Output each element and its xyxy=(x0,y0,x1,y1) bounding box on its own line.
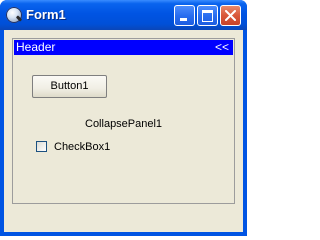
form1-window: Form1 Header << Button1 CollapsePanel1 C… xyxy=(0,0,247,236)
collapse-panel: Header << Button1 CollapsePanel1 CheckBo… xyxy=(12,38,235,204)
minimize-button[interactable] xyxy=(174,5,195,26)
title-bar[interactable]: Form1 xyxy=(0,0,247,30)
form-client-area: Header << Button1 CollapsePanel1 CheckBo… xyxy=(4,30,243,232)
app-icon[interactable] xyxy=(6,7,22,23)
panel-header-title: Header xyxy=(16,40,56,54)
panel-caption: CollapsePanel1 xyxy=(85,118,163,130)
window-title: Form1 xyxy=(26,7,66,22)
checkbox1-label[interactable]: CheckBox1 xyxy=(54,140,110,154)
close-icon xyxy=(225,10,236,21)
collapse-toggle-button[interactable]: << xyxy=(215,40,229,55)
maximize-button[interactable] xyxy=(197,5,218,26)
close-button[interactable] xyxy=(220,5,241,26)
button1[interactable]: Button1 xyxy=(32,75,107,98)
panel-header[interactable]: Header << xyxy=(14,40,233,55)
checkbox1-box[interactable] xyxy=(36,141,47,152)
